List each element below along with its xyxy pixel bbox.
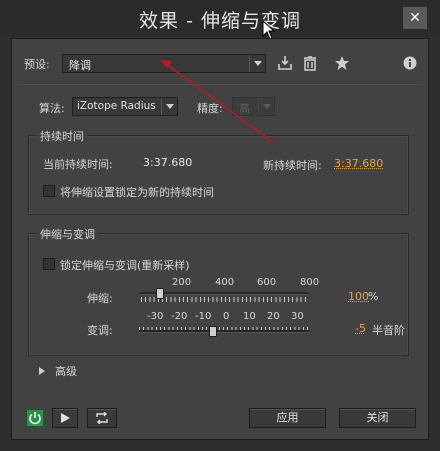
info-icon[interactable] [402, 55, 418, 71]
stretch-slider-track[interactable] [139, 292, 309, 295]
preset-dropdown[interactable]: 降调 [62, 54, 266, 73]
power-icon [29, 412, 41, 425]
loop-button[interactable] [87, 408, 117, 428]
close-window-button[interactable]: ✕ [403, 7, 427, 29]
pitch-label: 变调: [87, 324, 113, 337]
expand-arrow-icon[interactable] [39, 367, 45, 375]
new-duration-label: 新持续时间: [263, 159, 322, 172]
stretch-tick-label: 800 [300, 277, 320, 288]
duration-group: 持续时间 当前持续时间: 3:37.680 新持续时间: 3:37.680 将伸… [28, 128, 409, 215]
pitch-slider-track[interactable] [139, 330, 309, 333]
chevron-down-icon [249, 55, 265, 72]
algorithm-dropdown[interactable]: iZotope Radius [72, 97, 178, 116]
current-duration-label: 当前持续时间: [43, 158, 113, 171]
stretch-tick-label: 400 [215, 277, 235, 288]
chevron-down-icon [161, 98, 177, 115]
lock-stretch-pitch-checkbox[interactable] [43, 258, 55, 270]
pitch-tick-label: 10 [243, 311, 256, 322]
save-preset-icon[interactable] [277, 55, 293, 71]
precision-dropdown: 高 [232, 97, 275, 116]
advanced-label[interactable]: 高级 [55, 363, 77, 379]
lock-stretch-pitch-label: 锁定伸缩与变调(重新采样) [60, 259, 190, 272]
play-button[interactable] [52, 408, 78, 428]
power-toggle-button[interactable] [26, 409, 44, 427]
title-bar: 效果 - 伸缩与变调 ✕ [0, 0, 440, 40]
preset-label: 预设: [24, 58, 50, 71]
stretch-unit: % [368, 290, 379, 303]
close-button[interactable]: 关闭 [339, 408, 416, 428]
stretch-slider-ticks [141, 297, 309, 302]
stretch-tick-label: 200 [172, 277, 192, 288]
pitch-tick-label: 20 [267, 311, 280, 322]
star-icon[interactable] [334, 55, 350, 71]
pitch-tick-label: -10 [195, 311, 212, 322]
loop-icon [96, 411, 108, 425]
stretch-pitch-group-title: 伸缩与变调 [37, 226, 98, 242]
stretch-value[interactable]: 100 [348, 290, 369, 303]
trash-icon[interactable] [302, 55, 318, 71]
lock-duration-checkbox[interactable] [43, 185, 55, 197]
pitch-value[interactable]: -5 [355, 322, 366, 335]
separator [20, 84, 420, 85]
effect-panel: 预设: 降调 算法: iZotope Radius 精度: 高 持续时间 当前持… [11, 38, 429, 440]
duration-group-title: 持续时间 [37, 128, 87, 144]
lock-duration-label: 将伸缩设置锁定为新的持续时间 [60, 186, 214, 199]
pitch-slider-thumb[interactable] [209, 326, 217, 337]
chevron-down-icon [258, 98, 274, 115]
precision-label: 精度: [197, 102, 223, 115]
new-duration-value[interactable]: 3:37.680 [334, 157, 383, 170]
pitch-unit: 半音阶 [372, 324, 405, 337]
algorithm-label: 算法: [39, 102, 65, 115]
pitch-tick-label: -20 [171, 311, 188, 322]
pitch-tick-label: 30 [291, 311, 304, 322]
stretch-slider-thumb[interactable] [156, 288, 164, 299]
apply-button[interactable]: 应用 [249, 408, 326, 428]
window-title: 效果 - 伸缩与变调 [139, 10, 301, 32]
stretch-tick-label: 600 [257, 277, 277, 288]
preset-value: 降调 [69, 59, 91, 72]
current-duration-value: 3:37.680 [143, 156, 193, 169]
stretch-pitch-group: 伸缩与变调 锁定伸缩与变调(重新采样) 伸缩: 200 400 600 800 … [28, 226, 409, 356]
pitch-tick-label: -30 [147, 311, 164, 322]
algorithm-value: iZotope Radius [77, 100, 156, 112]
play-icon [61, 413, 70, 423]
pitch-tick-label: 0 [223, 311, 230, 322]
precision-value: 高 [239, 102, 250, 115]
mouse-cursor-icon [262, 20, 276, 40]
stretch-label: 伸缩: [87, 292, 113, 305]
